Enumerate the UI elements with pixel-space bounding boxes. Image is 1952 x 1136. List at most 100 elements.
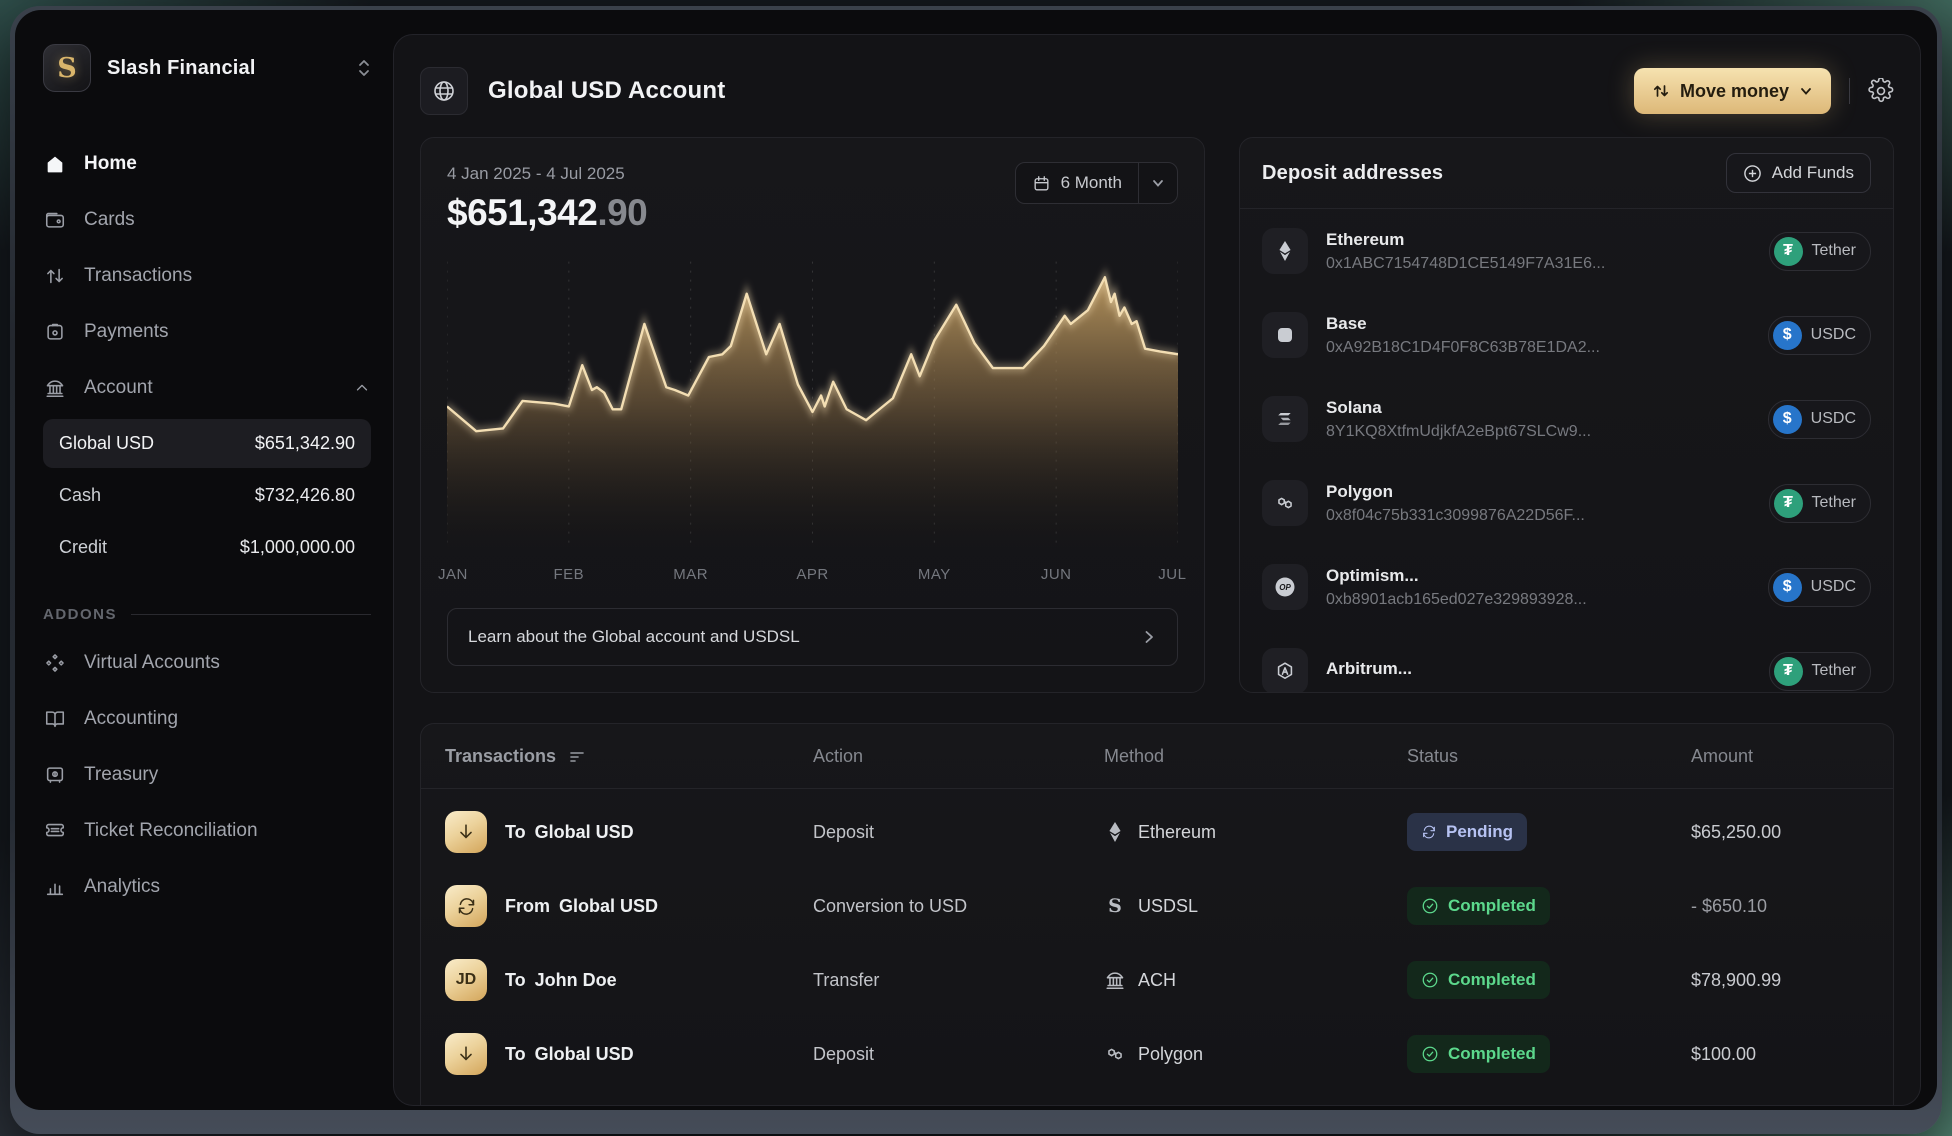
transaction-counterparty: FromGlobal USD: [445, 885, 813, 927]
transaction-amount: $100.00: [1691, 1044, 1869, 1065]
tether-icon: ₮: [1774, 237, 1803, 266]
ethereum-icon: [1104, 821, 1126, 843]
network-name: Arbitrum...: [1326, 659, 1751, 679]
token-badge-tether: ₮Tether: [1769, 652, 1871, 691]
chart-x-axis-labels: JANFEBMARAPRMAYJUNJUL: [447, 566, 1178, 590]
transaction-counterparty: JD To John Doe: [445, 959, 813, 1001]
brand-name: Slash Financial: [107, 57, 341, 80]
col-header-action: Action: [813, 746, 1104, 767]
account-row-global-usd[interactable]: Global USD$651,342.90: [43, 419, 371, 468]
deposit-row-optimism[interactable]: OP Optimism... 0xb8901acb165ed027e32989392…: [1262, 545, 1871, 629]
main-header: Global USD Account Move money: [420, 59, 1894, 123]
status-badge-completed: Completed: [1407, 961, 1550, 999]
swap-icon: [445, 885, 487, 927]
sidebar-item-account[interactable]: Account: [43, 360, 371, 416]
bars-icon: [43, 875, 67, 899]
addons-header: ADDONS: [43, 606, 371, 623]
transaction-row[interactable]: ToGlobal USDDepositPolygonCompleted$100.…: [421, 1017, 1893, 1091]
transactions-table-header: Transactions Action Method Status Amount: [421, 724, 1893, 788]
token-label: USDC: [1811, 578, 1856, 596]
transactions-title-label: Transactions: [445, 746, 556, 767]
x-axis-label: JAN: [438, 566, 468, 583]
sidebar-item-cards[interactable]: Cards: [43, 192, 371, 248]
chevron-right-icon: [1141, 629, 1157, 645]
check-circle-icon: [1421, 897, 1439, 915]
move-money-button[interactable]: Move money: [1634, 68, 1831, 114]
sidebar: S Slash Financial Home Cards TransactionsP…: [15, 10, 393, 1110]
header-divider: [1849, 78, 1850, 104]
account-row-amount: $651,342.90: [255, 433, 355, 454]
token-badge-usdc: $USDC: [1768, 400, 1871, 439]
brand-logo: S: [43, 44, 91, 92]
transaction-name: John Doe: [535, 970, 617, 990]
avatar: JD: [445, 959, 487, 1001]
balance-dollars: $651,342: [447, 192, 597, 233]
move-money-arrows-icon: [1652, 82, 1670, 100]
transaction-row[interactable]: ToGlobal USDDepositEthereumPending$65,25…: [421, 795, 1893, 869]
transaction-direction: From: [505, 896, 550, 916]
sidebar-item-accounting[interactable]: Accounting: [43, 691, 371, 747]
sidebar-item-treasury[interactable]: Treasury: [43, 747, 371, 803]
deposit-row-base[interactable]: Base0xA92B18C1D4F0F8C63B78E1DA2...$USDC: [1262, 293, 1871, 377]
add-funds-button[interactable]: Add Funds: [1726, 153, 1871, 193]
deposit-row-texts: Base0xA92B18C1D4F0F8C63B78E1DA2...: [1326, 314, 1750, 357]
sidebar-item-label: Cards: [84, 209, 135, 231]
token-label: Tether: [1812, 494, 1856, 512]
transaction-method: Ethereum: [1104, 821, 1407, 843]
sort-filter-icon[interactable]: [568, 747, 586, 765]
learn-link[interactable]: Learn about the Global account and USDSL: [447, 608, 1178, 666]
settings-gear-icon[interactable]: [1868, 78, 1894, 104]
sidebar-item-label: Home: [84, 153, 137, 175]
sidebar-item-label: Virtual Accounts: [84, 652, 220, 674]
sidebar-item-home[interactable]: Home: [43, 136, 371, 192]
sidebar-item-payments[interactable]: Payments: [43, 304, 371, 360]
deposit-addresses-card: Deposit addresses Add Funds Ethereum0x1A…: [1239, 137, 1894, 693]
safe-icon: [43, 763, 67, 787]
account-row-credit[interactable]: Credit$1,000,000.00: [43, 523, 371, 572]
x-axis-label: APR: [796, 566, 828, 583]
period-selector[interactable]: 6 Month: [1015, 162, 1178, 204]
app-window: S Slash Financial HomeCardsTransactionsP…: [15, 10, 1937, 1110]
token-badge-tether: ₮Tether: [1769, 484, 1871, 523]
transactions-icon: [43, 264, 67, 288]
deposit-row-texts: Optimism... 0xb8901acb165ed027e329893928.…: [1326, 566, 1750, 609]
sidebar-item-analytics[interactable]: Analytics: [43, 859, 371, 915]
check-circle-icon: [1421, 971, 1439, 989]
addons-label: ADDONS: [43, 606, 117, 623]
selector-chevrons-icon[interactable]: [357, 58, 371, 78]
bank-icon: [1104, 969, 1126, 991]
transaction-counterparty: ToGlobal USD: [445, 1033, 813, 1075]
workspace-switcher[interactable]: S Slash Financial: [43, 44, 371, 92]
transaction-row[interactable]: JDToJohn DoeTransferACHCompleted$78,900.…: [421, 943, 1893, 1017]
method-label: ACH: [1138, 970, 1176, 991]
addons-nav: Virtual Accounts AccountingTreasuryTicket…: [43, 635, 371, 915]
deposit-row-texts: Polygon0x8f04c75b331c3099876A22D56F...: [1326, 482, 1751, 525]
sidebar-nav: Home Cards TransactionsPaymentsAccount: [43, 136, 371, 416]
sidebar-item-ticket-reconciliation[interactable]: Ticket Reconciliation: [43, 803, 371, 859]
deposit-row-arbitrum[interactable]: Arbitrum... ₮Tether: [1262, 629, 1871, 692]
account-row-label: Credit: [59, 537, 107, 558]
deposit-row-polygon[interactable]: Polygon0x8f04c75b331c3099876A22D56F... ₮T…: [1262, 461, 1871, 545]
optimism-icon: OP: [1262, 564, 1308, 610]
status-badge-completed: Completed: [1407, 887, 1550, 925]
token-label: USDC: [1811, 410, 1856, 428]
deposit-row-solana[interactable]: Solana8Y1KQ8XtfmUdjkfA2eBpt67SLCw9... $US…: [1262, 377, 1871, 461]
balance-chart: [447, 248, 1178, 560]
deposit-row-texts: Solana8Y1KQ8XtfmUdjkfA2eBpt67SLCw9...: [1326, 398, 1750, 441]
wallet-address: 0x1ABC7154748D1CE5149F7A31E6...: [1326, 255, 1751, 273]
balance-chart-card: 4 Jan 2025 - 4 Jul 2025 $651,342.90 6 Mo…: [420, 137, 1205, 693]
transaction-direction: To: [505, 970, 526, 990]
status-label: Completed: [1448, 896, 1536, 916]
wallet-address: 0xb8901acb165ed027e329893928...: [1326, 591, 1750, 609]
move-money-label: Move money: [1680, 81, 1789, 102]
sidebar-item-transactions[interactable]: Transactions: [43, 248, 371, 304]
transaction-name: Global USD: [535, 1044, 634, 1064]
deposit-row-ethereum[interactable]: Ethereum0x1ABC7154748D1CE5149F7A31E6...₮…: [1262, 209, 1871, 293]
token-badge-usdc: $USDC: [1768, 568, 1871, 607]
network-name: Optimism...: [1326, 566, 1750, 586]
col-header-amount: Amount: [1691, 746, 1869, 767]
account-row-cash[interactable]: Cash$732,426.80: [43, 471, 371, 520]
transaction-row[interactable]: FromGlobal USDConversion to USDSUSDSLCom…: [421, 869, 1893, 943]
sidebar-item-virtual-accounts[interactable]: Virtual Accounts: [43, 635, 371, 691]
period-caret[interactable]: [1138, 163, 1177, 203]
